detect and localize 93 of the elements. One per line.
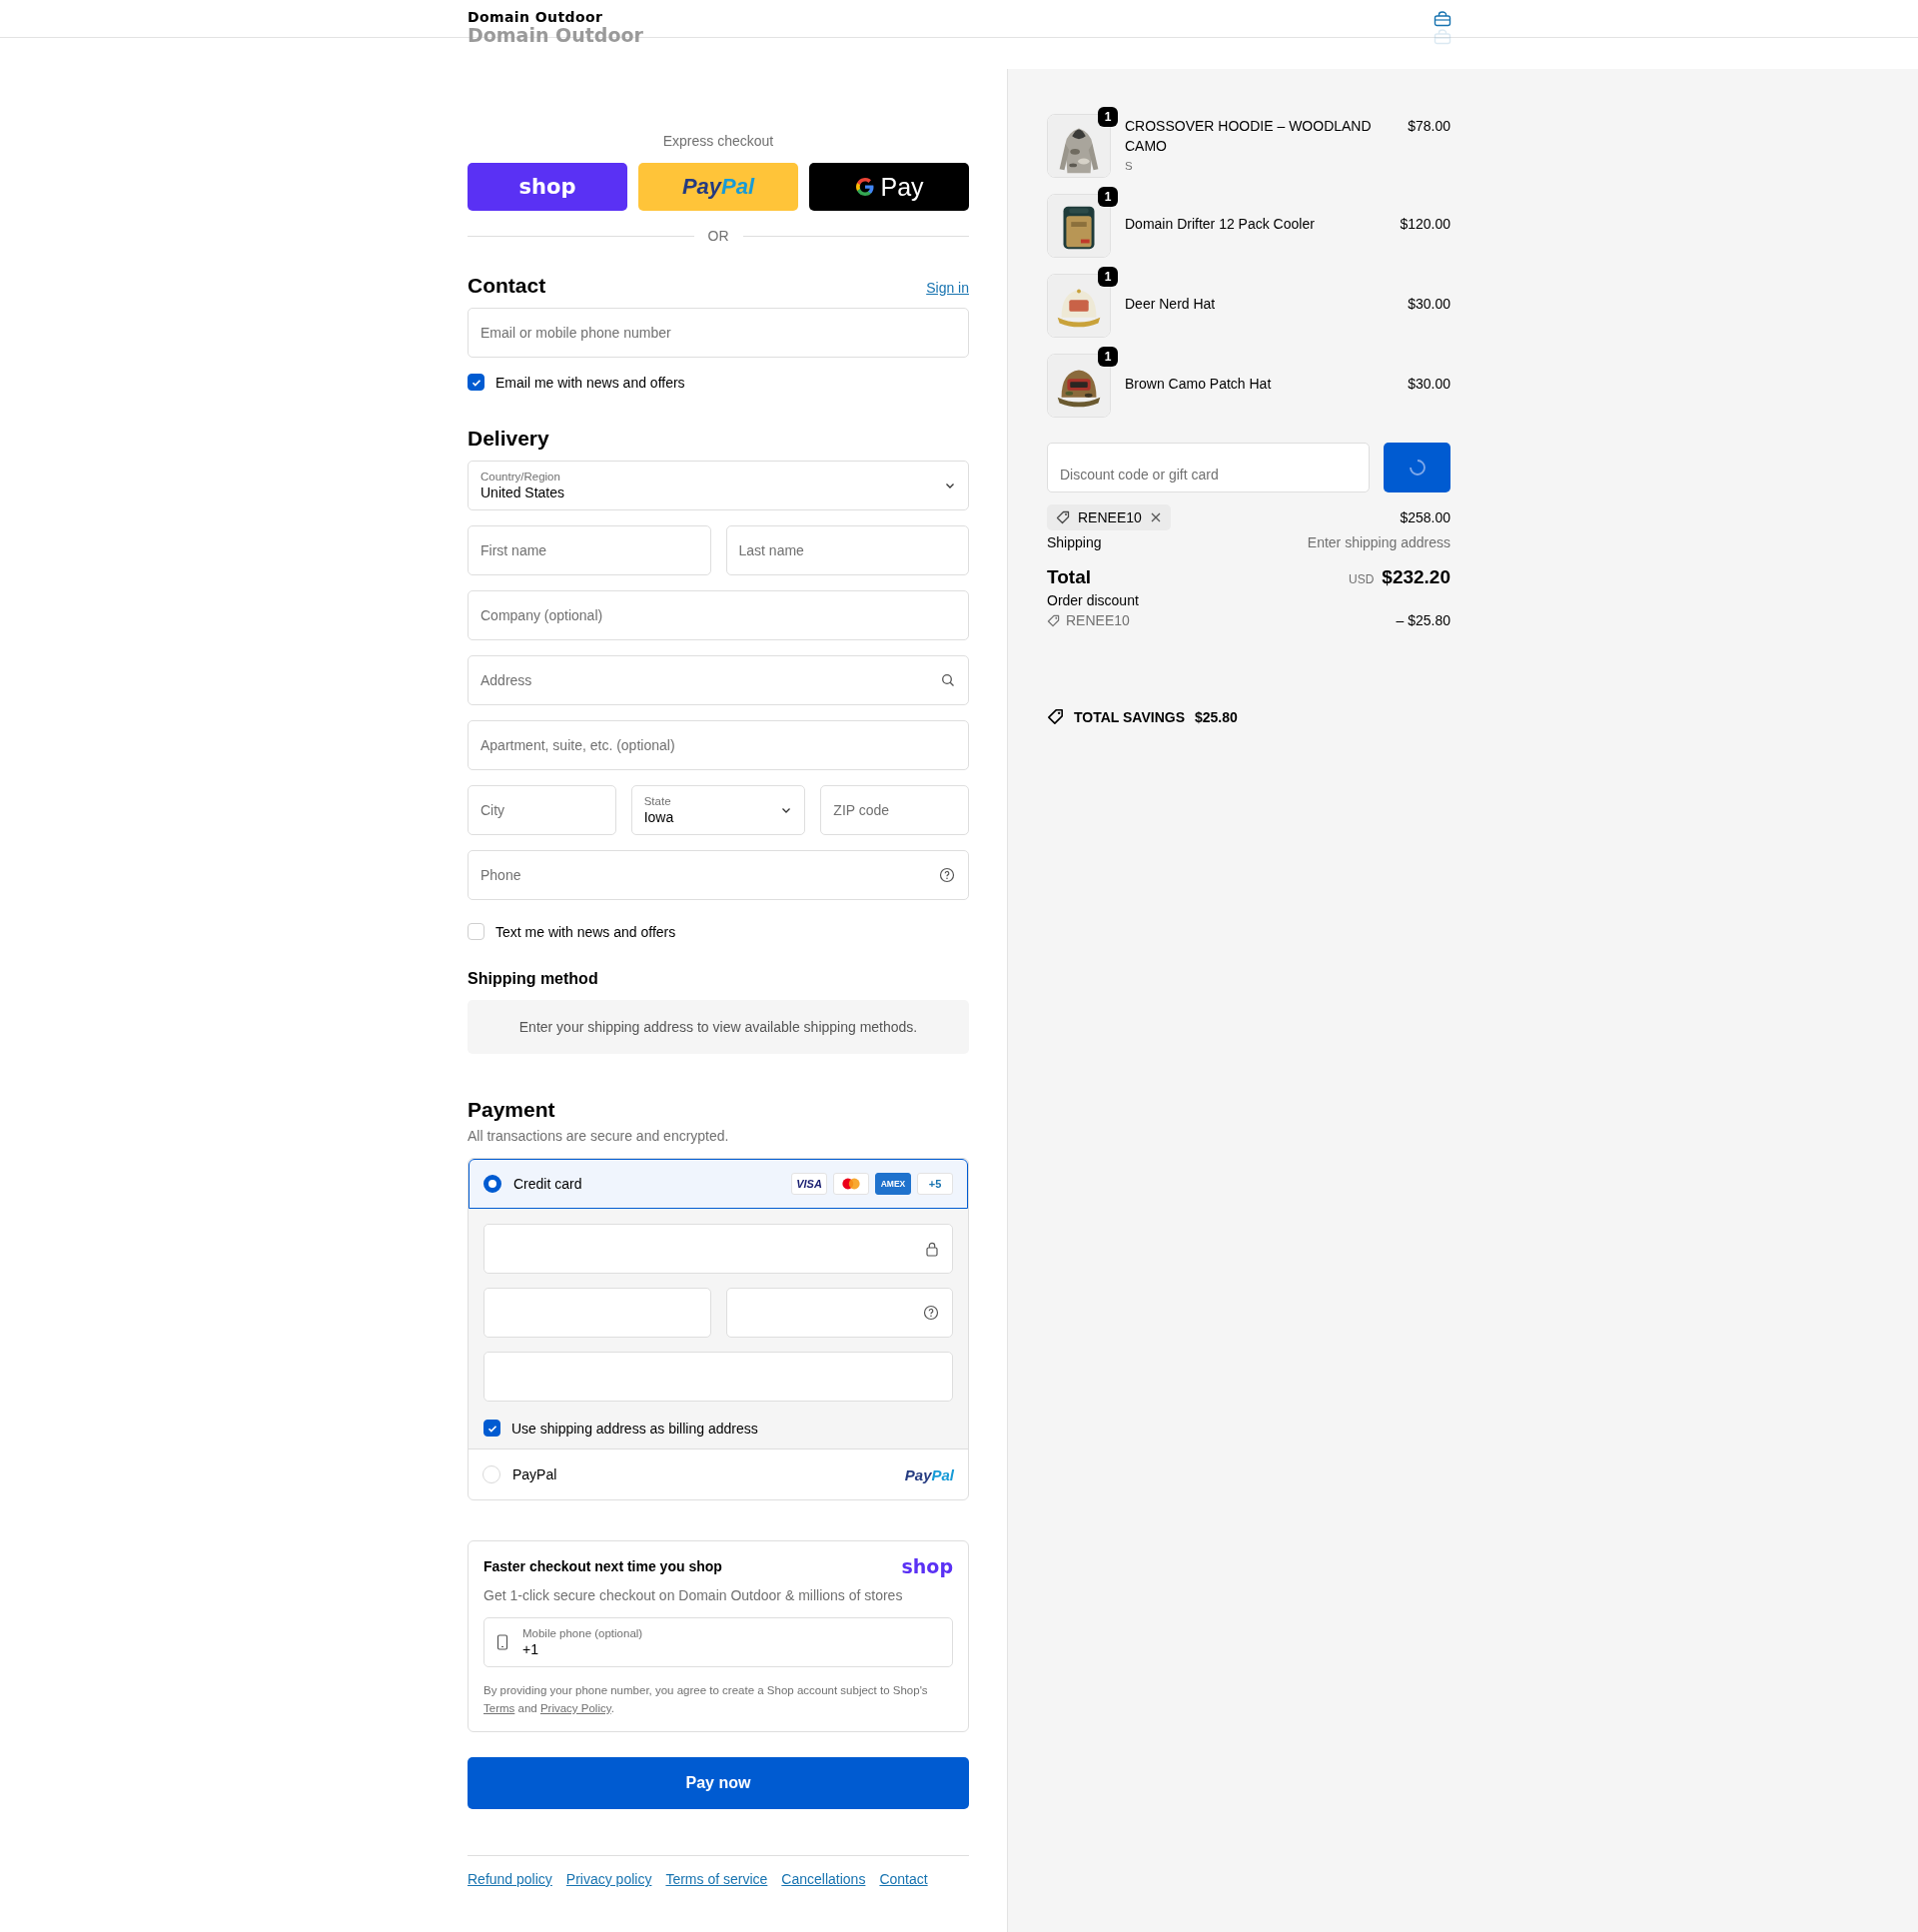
- input-field[interactable]: [725, 1288, 953, 1338]
- help-icon[interactable]: [939, 867, 955, 883]
- spinner-icon: [1408, 459, 1427, 477]
- footer-link[interactable]: Refund policy: [468, 1871, 552, 1887]
- mobile-phone-icon: [496, 1634, 508, 1650]
- footer-link[interactable]: Contact: [879, 1871, 928, 1887]
- phone-field[interactable]: Mobile phone (optional) +1: [483, 1617, 953, 1667]
- input-field[interactable]: Last name: [725, 525, 969, 575]
- input-field[interactable]: ZIP code: [820, 785, 969, 835]
- card-title: Faster checkout next time you shop: [483, 1558, 722, 1574]
- discount-amount: – $25.80: [1396, 612, 1450, 628]
- terms-link[interactable]: Terms: [483, 1702, 515, 1714]
- product-name: Deer Nerd Hat: [1125, 295, 1217, 314]
- search-icon: [941, 673, 955, 687]
- quantity-badge: 1: [1098, 107, 1118, 127]
- footer-link[interactable]: Cancellations: [781, 1871, 866, 1887]
- product-name: Brown Camo Patch Hat: [1125, 375, 1273, 394]
- more-cards-badge: +5: [917, 1173, 953, 1195]
- checkbox-label: Email me with news and offers: [495, 374, 685, 391]
- quantity-badge: 1: [1098, 347, 1118, 367]
- tag-icon: [1056, 510, 1070, 524]
- quantity-badge: 1: [1098, 267, 1118, 287]
- section-subtitle: All transactions are secure and encrypted.: [468, 1128, 730, 1144]
- input-field[interactable]: [483, 1352, 953, 1402]
- google-pay-button[interactable]: Pay: [809, 163, 969, 211]
- input-field[interactable]: Company (optional): [468, 590, 969, 640]
- subtotal-value: $258.00: [1400, 509, 1450, 525]
- footer-link[interactable]: Privacy policy: [565, 1871, 652, 1887]
- section-heading: Shipping method: [468, 970, 599, 988]
- input-field[interactable]: Email or mobile phone number: [468, 308, 969, 358]
- amex-logo: AMEX: [875, 1173, 911, 1195]
- legal-text: By providing your phone number, you agree to create a Shop account subject to Shop's Terms and Privacy Policy.: [483, 1683, 929, 1716]
- store-name: Domain Outdoor: [468, 24, 643, 46]
- paypal-logo: PayPal: [904, 1465, 954, 1483]
- section-heading: Payment: [468, 1098, 556, 1122]
- dropdown[interactable]: Country/Region United States: [468, 461, 969, 510]
- savings-amount: $25.80: [1195, 708, 1238, 725]
- shipping-notice: Enter your shipping address to view available shipping methods.: [468, 1000, 969, 1054]
- tag-icon: [1047, 708, 1064, 725]
- total-label: Total: [1047, 566, 1091, 588]
- product-name: CROSSOVER HOODIE – WOODLAND CAMO: [1125, 117, 1373, 156]
- input-field[interactable]: Discount code or gift card: [1047, 443, 1370, 492]
- product-price: $120.00: [1400, 215, 1450, 234]
- divider-label: OR: [707, 228, 729, 244]
- discount-code: RENEE10: [1066, 612, 1130, 628]
- total-value: $232.20: [1382, 566, 1450, 588]
- pay-now-button[interactable]: Pay now: [468, 1757, 969, 1809]
- card-subtitle: Get 1-click secure checkout on Domain Outdoor & millions of stores: [483, 1587, 904, 1603]
- quantity-badge: 1: [1098, 187, 1118, 207]
- payment-option-label[interactable]: Credit card: [513, 1176, 779, 1192]
- checkbox-label: Use shipping address as billing address: [511, 1420, 758, 1437]
- product-price: $78.00: [1408, 117, 1450, 136]
- checkbox[interactable]: [468, 374, 484, 391]
- tag-icon: [1047, 613, 1060, 627]
- radio-button[interactable]: [483, 1175, 501, 1193]
- input-field[interactable]: Address: [468, 655, 969, 705]
- footer-link[interactable]: Terms of service: [665, 1871, 768, 1887]
- shopping-bag-icon[interactable]: [1434, 11, 1451, 27]
- input-field[interactable]: [483, 1288, 711, 1338]
- close-icon[interactable]: [1149, 511, 1162, 523]
- input-field[interactable]: Apartment, suite, etc. (optional): [468, 720, 969, 770]
- discount-label: Order discount: [1047, 592, 1139, 608]
- shopping-bag-icon: [1434, 29, 1451, 45]
- savings-label: TOTAL SAVINGS: [1074, 708, 1185, 725]
- shop-pay-button[interactable]: shop: [468, 163, 627, 211]
- mastercard-logo: [833, 1173, 869, 1195]
- visa-logo: VISA: [791, 1173, 827, 1195]
- shop-logo: shop: [901, 1555, 953, 1577]
- shipping-value: Enter shipping address: [1307, 534, 1450, 550]
- checkbox-label: Text me with news and offers: [495, 923, 676, 940]
- currency-code: USD: [1348, 572, 1375, 586]
- checkbox[interactable]: [483, 1420, 500, 1437]
- input-field[interactable]: First name: [468, 525, 711, 575]
- section-label: Express checkout: [661, 133, 775, 149]
- store-name[interactable]: Domain Outdoor: [468, 8, 643, 26]
- input-field[interactable]: City: [468, 785, 616, 835]
- lock-icon: [925, 1241, 939, 1257]
- input-field[interactable]: Phone: [468, 850, 969, 900]
- section-heading: Contact: [468, 274, 546, 298]
- privacy-policy-link[interactable]: Privacy Policy: [539, 1702, 611, 1714]
- product-name: Domain Drifter 12 Pack Cooler: [1125, 215, 1316, 234]
- discount-chip: RENEE10: [1047, 504, 1171, 530]
- product-price: $30.00: [1408, 375, 1450, 394]
- product-variant: S: [1125, 159, 1134, 174]
- shipping-label: Shipping: [1047, 534, 1102, 550]
- payment-option-label[interactable]: PayPal: [512, 1466, 893, 1482]
- help-icon[interactable]: [923, 1305, 939, 1321]
- dropdown[interactable]: State Iowa: [630, 785, 806, 835]
- paypal-button[interactable]: PayPal: [638, 163, 798, 211]
- section-heading: Delivery: [468, 427, 549, 451]
- product-price: $30.00: [1408, 295, 1450, 314]
- sign-in-link[interactable]: Sign in: [926, 280, 969, 296]
- input-field[interactable]: [483, 1224, 953, 1274]
